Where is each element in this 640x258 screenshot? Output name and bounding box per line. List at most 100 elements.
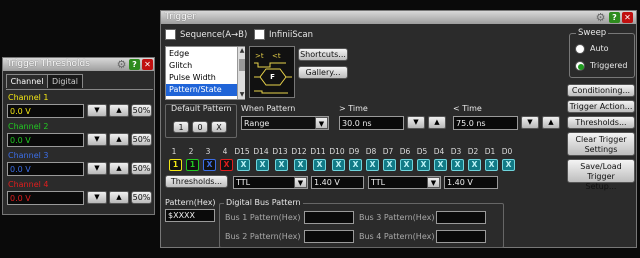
default-0-button[interactable]: 0 (192, 121, 208, 133)
bit-button[interactable]: X (237, 159, 250, 171)
channel-4-threshold-field[interactable]: 0.0 V (7, 191, 84, 205)
bit-button[interactable]: X (400, 159, 413, 171)
shortcuts-button[interactable]: Shortcuts... (298, 48, 348, 61)
lt-time-field[interactable]: 75.0 ns (453, 116, 518, 130)
pattern-hex-field[interactable]: $XXXX (165, 209, 215, 222)
trigger-titlebar[interactable]: Trigger (161, 11, 636, 24)
gt-time-up-button[interactable]: ▲ (428, 116, 446, 129)
bit-label: D12 (291, 147, 307, 156)
infiniiscan-checkbox[interactable] (254, 29, 265, 40)
list-item[interactable]: Edge (169, 49, 189, 58)
channel-1-down-button[interactable]: ▼ (87, 104, 107, 117)
trigger-action-button[interactable]: Trigger Action... (567, 100, 635, 113)
channel-3-down-button[interactable]: ▼ (87, 162, 107, 175)
bit-button[interactable]: X (275, 159, 288, 171)
channel-1-50pct-button[interactable]: 50% (131, 104, 152, 117)
default-x-button[interactable]: X (211, 121, 227, 133)
bit-button[interactable]: X (294, 159, 307, 171)
gear-icon[interactable]: ⚙ (595, 12, 606, 23)
channel-4-up-button[interactable]: ▲ (109, 191, 129, 204)
clear-trigger-settings-button[interactable]: Clear Trigger Settings (567, 132, 635, 156)
bit-button[interactable]: X (451, 159, 464, 171)
close-icon[interactable]: ✕ (142, 59, 153, 70)
channel-2-down-button[interactable]: ▼ (87, 133, 107, 146)
channel-2-50pct-button[interactable]: 50% (131, 133, 152, 146)
bit-button[interactable]: X (220, 159, 233, 171)
scroll-down-icon[interactable]: ▼ (238, 91, 246, 99)
gt-time-label: > Time (339, 104, 368, 113)
sweep-auto-label: Auto (590, 44, 609, 53)
lt-time-up-button[interactable]: ▲ (542, 116, 560, 129)
bit-button[interactable]: X (203, 159, 216, 171)
channel-2-threshold-field[interactable]: 0.0 V (7, 133, 84, 147)
bit-button[interactable]: X (332, 159, 345, 171)
bit-button[interactable]: X (417, 159, 430, 171)
bit-label: D3 (450, 147, 462, 156)
channel-4-50pct-button[interactable]: 50% (131, 191, 152, 204)
bit-button[interactable]: X (313, 159, 326, 171)
trigger-type-list[interactable]: Edge Glitch Pulse Width Pattern/State ▲ … (165, 46, 245, 100)
channel-3-50pct-button[interactable]: 50% (131, 162, 152, 175)
bit-button[interactable]: X (366, 159, 379, 171)
help-icon[interactable]: ? (129, 59, 140, 70)
channel-3-up-button[interactable]: ▲ (109, 162, 129, 175)
bus-4-field[interactable] (436, 230, 486, 243)
bit-button[interactable]: X (434, 159, 447, 171)
bus-1-field[interactable] (304, 211, 354, 224)
list-item[interactable]: Pattern/State (169, 85, 222, 94)
gt-time-field[interactable]: 30.0 ns (339, 116, 404, 130)
when-pattern-dropdown-icon[interactable]: ▼ (315, 117, 328, 129)
bit-button[interactable]: X (468, 159, 481, 171)
side-thresholds-button[interactable]: Thresholds... (567, 116, 635, 129)
conditioning-button[interactable]: Conditioning... (567, 84, 635, 97)
scroll-thumb[interactable] (239, 59, 245, 71)
bit-button[interactable]: 1 (169, 159, 182, 171)
gallery-button[interactable]: Gallery... (298, 66, 348, 79)
tab-digital[interactable]: Digital (47, 74, 83, 88)
gt-time-down-button[interactable]: ▼ (407, 116, 425, 129)
trigger-thresholds-window: Trigger Thresholds ⚙ ? ✕ Channel Digital… (2, 57, 155, 215)
bit-button[interactable]: X (383, 159, 396, 171)
bit-button[interactable]: 1 (186, 159, 199, 171)
save-load-trigger-setup-label: Save/Load Trigger Setup... (580, 162, 622, 191)
bus-3-label: Bus 3 Pattern(Hex) (359, 213, 435, 222)
bit-button[interactable]: X (502, 159, 515, 171)
save-load-trigger-setup-button[interactable]: Save/Load Trigger Setup... (567, 159, 635, 191)
threshold-2-dropdown-icon[interactable]: ▼ (427, 177, 440, 188)
bus-2-field[interactable] (304, 230, 354, 243)
tab-channel[interactable]: Channel (6, 74, 48, 88)
sweep-triggered-radio[interactable] (575, 61, 585, 71)
bit-thresholds-button[interactable]: Thresholds... (165, 175, 228, 188)
threshold-1-dropdown-icon[interactable]: ▼ (294, 177, 307, 188)
channel-3-threshold-field[interactable]: 0.0 V (7, 162, 84, 176)
bus-3-field[interactable] (436, 211, 486, 224)
sweep-auto-radio[interactable] (575, 44, 585, 54)
list-scrollbar[interactable]: ▲ ▼ (237, 47, 245, 99)
help-icon[interactable]: ? (609, 12, 620, 23)
channel-2-up-button[interactable]: ▲ (109, 133, 129, 146)
threshold-2-value-field[interactable]: 1.40 V (444, 176, 498, 189)
channel-1-up-button[interactable]: ▲ (109, 104, 129, 117)
channel-1-threshold-field[interactable]: 0.0 V (7, 104, 84, 118)
bit-button[interactable]: X (256, 159, 269, 171)
scroll-up-icon[interactable]: ▲ (238, 47, 246, 55)
bit-button[interactable]: X (485, 159, 498, 171)
channel-4-down-button[interactable]: ▼ (87, 191, 107, 204)
infiniiscan-label: InfiniiScan (269, 30, 314, 40)
bit-button[interactable]: X (349, 159, 362, 171)
list-item[interactable]: Pulse Width (169, 73, 216, 82)
threshold-1-value-field[interactable]: 1.40 V (311, 176, 364, 189)
lt-time-down-button[interactable]: ▼ (521, 116, 539, 129)
sequence-checkbox[interactable] (165, 29, 176, 40)
gear-icon[interactable]: ⚙ (116, 59, 127, 70)
channel-rows: Channel 1 0.0 V ▼ ▲ 50% Channel 2 0.0 V … (6, 89, 153, 213)
bit-label: D0 (501, 147, 513, 156)
default-1-button[interactable]: 1 (173, 121, 189, 133)
list-item[interactable]: Glitch (169, 61, 192, 70)
sweep-group: Sweep Auto Triggered (569, 28, 635, 78)
pattern-waveform-icon: >t <t (254, 52, 292, 94)
svg-text:<t: <t (272, 52, 281, 60)
bit-label: D10 (329, 147, 345, 156)
thresholds-title: Trigger Thresholds (7, 59, 90, 69)
close-icon[interactable]: ✕ (622, 12, 633, 23)
